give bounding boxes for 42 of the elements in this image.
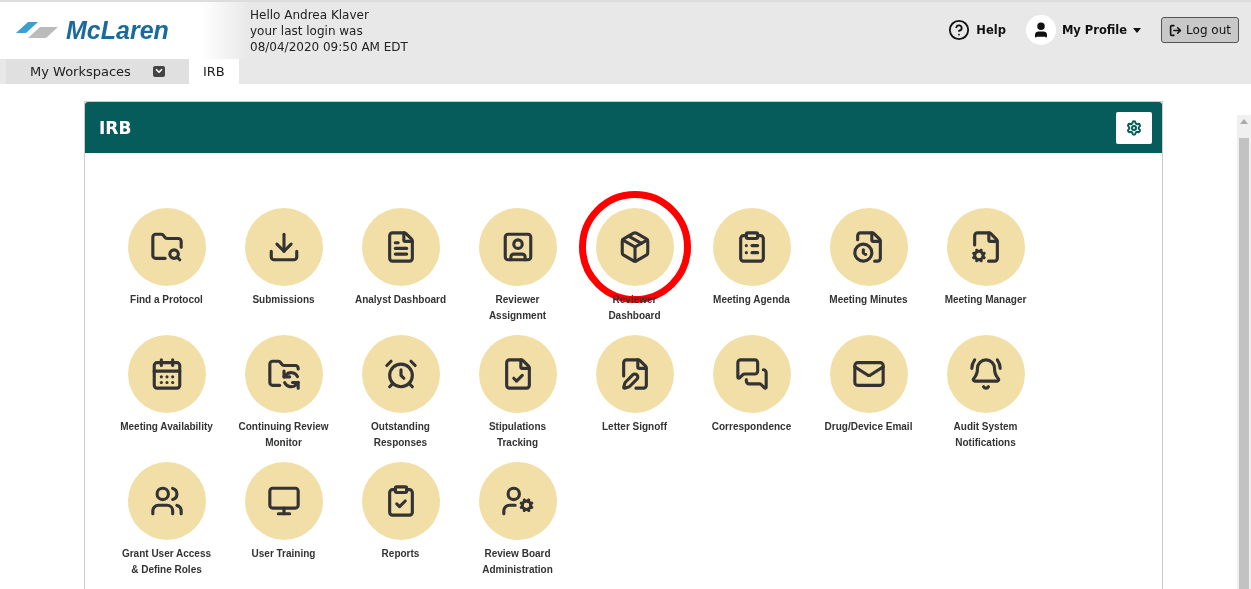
tile-label: Audit System Notifications	[952, 420, 1019, 450]
greeting-text: Hello Andrea Klaver	[250, 7, 370, 24]
tile-label: Analyst Dashboard	[353, 293, 448, 307]
tile-label: Submissions	[251, 293, 316, 307]
tile-label: Review Board Administration	[481, 547, 554, 577]
dropdown-icon	[152, 66, 165, 77]
tile-label: Meeting Availability	[119, 420, 214, 434]
greeting-text: 08/04/2020 09:50 AM EDT	[250, 39, 408, 56]
avatar-icon	[1025, 15, 1056, 46]
profile-menu[interactable]: My Profile	[1025, 15, 1142, 46]
users-icon	[149, 484, 184, 518]
gear-icon	[1126, 119, 1142, 136]
tile-label: Meeting Minutes	[828, 293, 909, 307]
tile-label: User Training	[250, 547, 317, 561]
tile-label: Stipulations Tracking	[487, 420, 548, 450]
settings-button[interactable]	[1116, 111, 1152, 144]
logo-text: McLaren	[66, 16, 169, 45]
tile-label: Continuing Review Monitor	[237, 420, 330, 450]
logout-button[interactable]: Log out	[1161, 17, 1239, 44]
scrollbar[interactable]	[1237, 115, 1251, 589]
folder-search-icon	[149, 230, 184, 264]
folder-sync-icon	[266, 357, 301, 391]
tile-label: Reports	[380, 547, 421, 561]
greeting-text: your last login was	[250, 23, 364, 40]
tile-label: Find a Protocol	[129, 293, 204, 307]
bell-icon	[968, 357, 1003, 391]
tile-label: Drug/Device Email	[823, 420, 914, 434]
alarm-clock-icon	[383, 357, 418, 391]
logout-icon	[1169, 24, 1183, 37]
tile-label: Letter Signoff	[601, 420, 668, 434]
workspace-tab[interactable]: My Workspaces	[6, 58, 189, 84]
tile-label: Outstanding Responses	[370, 420, 431, 450]
panel-title: IRB	[99, 117, 132, 138]
tile-label: Grant User Access & Define Roles	[120, 547, 213, 577]
help-icon	[948, 19, 971, 42]
caret-icon	[1133, 28, 1142, 33]
tile-label: Reviewer Assignment	[487, 293, 548, 323]
help-link[interactable]: Help	[948, 19, 1006, 42]
tile-label: Meeting Agenda	[712, 293, 791, 307]
tile-label: Meeting Manager	[943, 293, 1028, 307]
tile-label: Correspondence	[710, 420, 793, 434]
speech-bubbles-icon	[734, 357, 769, 391]
